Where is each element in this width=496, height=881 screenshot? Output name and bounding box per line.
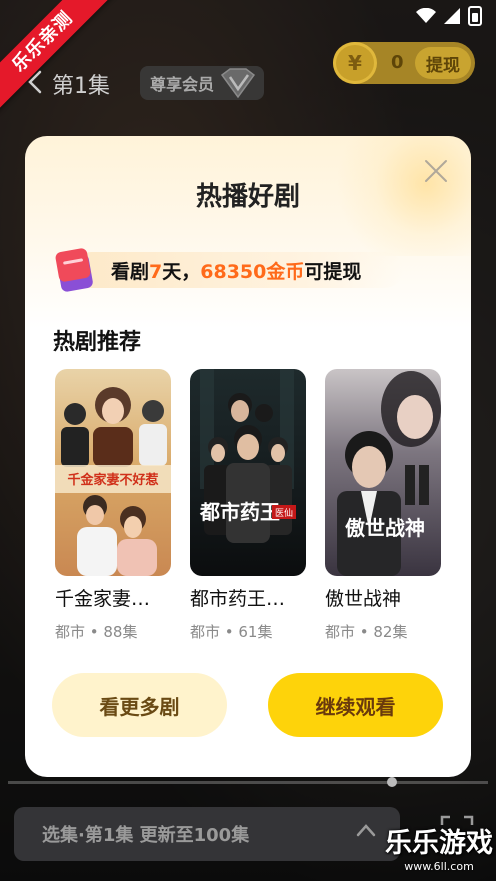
status-bar	[416, 6, 482, 26]
diamond-icon	[220, 68, 256, 99]
promo-coins: 68350金币	[200, 261, 305, 283]
red-packet-icon	[55, 248, 93, 292]
drama-card[interactable]: 傲世战神 傲世战神 都市 • 82集	[325, 369, 441, 642]
wifi-icon	[416, 8, 436, 23]
drama-card[interactable]: 都市药王 医仙 都市药王… 都市 • 61集	[190, 369, 306, 642]
drama-meta: 都市 • 82集	[325, 623, 408, 641]
poster-image: 都市药王 医仙	[190, 369, 306, 576]
chevron-left-icon	[28, 70, 42, 94]
promo-days: 7	[149, 261, 163, 283]
coin-count: 0	[391, 52, 404, 73]
watermark-title: 乐乐游戏	[385, 828, 493, 859]
episode-title: 第1集	[52, 74, 110, 99]
battery-icon	[468, 6, 482, 26]
signal-icon	[444, 8, 460, 24]
promo-mid: 天，	[162, 261, 201, 283]
vip-badge[interactable]: 尊享会员	[140, 66, 265, 100]
more-dramas-button[interactable]: 看更多剧	[52, 673, 227, 737]
withdraw-button[interactable]: 提现	[415, 47, 471, 79]
drama-title: 都市药王…	[190, 588, 286, 610]
drama-title: 傲世战神	[325, 588, 402, 610]
poster-image: 千金家妻不好惹	[55, 369, 171, 576]
section-title: 热剧推荐	[53, 330, 142, 355]
vip-label: 尊享会员	[150, 75, 215, 94]
corner-ribbon: 乐乐亲测	[0, 0, 120, 120]
promo-text: 看剧7天，68350金币可提现	[111, 257, 361, 284]
poster-tag: 医仙	[275, 507, 293, 519]
drama-poster[interactable]: 傲世战神	[325, 369, 441, 576]
drama-card[interactable]: 千金家妻不好惹 千金家妻… 都市 • 88集	[55, 369, 171, 642]
progress-knob[interactable]	[387, 777, 397, 787]
drama-meta: 都市 • 61集	[190, 623, 273, 641]
modal-title: 热播好剧	[195, 182, 300, 212]
promo-banner: 看剧7天，68350金币可提现	[53, 246, 447, 294]
drama-poster[interactable]: 千金家妻不好惹	[55, 369, 171, 576]
chevron-up-icon	[356, 824, 376, 837]
poster-title: 傲世战神	[345, 516, 425, 540]
promo-suffix: 可提现	[304, 261, 362, 283]
coin-balance[interactable]: ¥ 0 提现	[333, 42, 475, 84]
poster-image: 傲世战神	[325, 369, 441, 576]
continue-watching-button[interactable]: 继续观看	[268, 673, 443, 737]
poster-title: 千金家妻不好惹	[67, 472, 158, 488]
drama-meta: 都市 • 88集	[55, 623, 138, 641]
drama-poster[interactable]: 都市药王 医仙	[190, 369, 306, 576]
site-watermark: 乐乐游戏 www.6ll.com	[382, 828, 496, 881]
back-button[interactable]	[28, 66, 52, 98]
promo-prefix: 看剧	[111, 261, 150, 283]
episode-selector-label: 选集·第1集 更新至100集	[42, 825, 250, 846]
progress-track[interactable]	[8, 781, 488, 784]
coin-icon: ¥	[333, 42, 377, 84]
watermark-url: www.6ll.com	[404, 860, 474, 873]
poster-title: 都市药王	[199, 500, 280, 524]
drama-title: 千金家妻…	[55, 588, 151, 610]
hot-drama-modal: 热播好剧 看剧7天，68350金币可提现 热剧推荐 千金家妻不好惹 千金家妻… …	[25, 136, 471, 777]
episode-selector[interactable]: 选集·第1集 更新至100集	[14, 807, 400, 861]
